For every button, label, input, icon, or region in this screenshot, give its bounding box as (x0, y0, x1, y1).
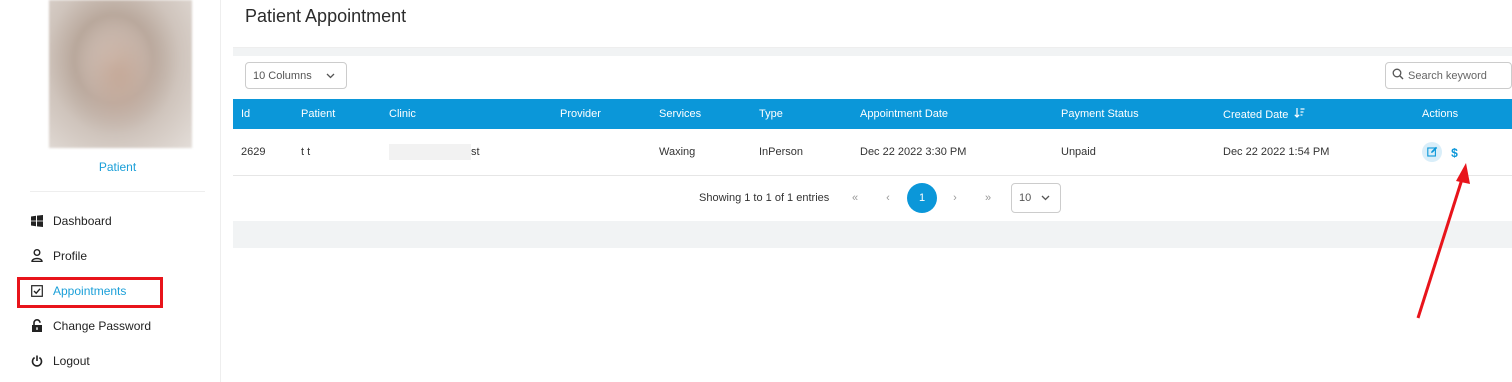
cell-type: InPerson (759, 145, 804, 158)
entries-info: Showing 1 to 1 of 1 entries (699, 192, 830, 204)
sidebar-item-profile[interactable]: Profile (16, 238, 216, 273)
cell-provider (560, 129, 659, 175)
search-placeholder: Search keyword (1408, 69, 1487, 82)
appointments-table: Id Patient Clinic Provider Services Type… (233, 99, 1512, 176)
sidebar-item-label: Change Password (53, 318, 152, 333)
sidebar-item-label: Logout (53, 353, 90, 368)
power-icon (30, 354, 44, 368)
avatar (49, 0, 192, 148)
cell-clinic-text: st (471, 145, 480, 158)
table-header-row: Id Patient Clinic Provider Services Type… (233, 99, 1512, 129)
sidebar: Patient Dashboard Profile Appointments C… (0, 0, 221, 382)
page-1-button[interactable]: 1 (907, 183, 937, 213)
search-icon (1392, 68, 1404, 83)
sidebar-item-label: Profile (53, 248, 88, 263)
sort-desc-icon[interactable] (1294, 107, 1305, 121)
column-header-services[interactable]: Services (659, 99, 759, 129)
chevron-down-icon (326, 70, 335, 82)
cell-services: Waxing (659, 145, 696, 158)
sidebar-item-dashboard[interactable]: Dashboard (16, 203, 216, 238)
column-header-created-date[interactable]: Created Date (1223, 99, 1422, 129)
prev-page-button[interactable]: ‹ (878, 188, 898, 208)
lock-icon (30, 319, 44, 333)
cell-actions: $ (1422, 129, 1512, 175)
column-header-label: Created Date (1223, 108, 1289, 121)
cell-patient: t t (301, 145, 311, 158)
cell-payment-status: Unpaid (1061, 145, 1096, 158)
next-page-button[interactable]: › (945, 188, 965, 208)
pagination: Showing 1 to 1 of 1 entries « ‹ 1 › » 10 (233, 181, 1512, 215)
sidebar-divider (30, 191, 205, 192)
column-header-appointment-date[interactable]: Appointment Date (860, 99, 1061, 129)
chevron-down-icon (1041, 192, 1050, 204)
table-row: 2629 t t st Waxing InPerson Dec 22 2022 … (233, 129, 1512, 175)
column-header-provider[interactable]: Provider (560, 99, 659, 129)
payment-button[interactable]: $ (1451, 146, 1458, 160)
first-page-button[interactable]: « (845, 188, 865, 208)
cell-created-date: Dec 22 2022 1:54 PM (1223, 145, 1330, 158)
column-header-label: Actions (1422, 108, 1459, 120)
search-input[interactable]: Search keyword (1385, 62, 1512, 89)
column-header-type[interactable]: Type (759, 99, 860, 129)
cell-appointment-date: Dec 22 2022 3:30 PM (860, 145, 967, 158)
main-content: Patient Appointment 10 Columns Search ke… (233, 0, 1512, 382)
user-icon (30, 249, 44, 263)
last-page-button[interactable]: » (978, 188, 998, 208)
edit-icon[interactable] (1422, 141, 1442, 162)
column-header-payment-status[interactable]: Payment Status (1061, 99, 1223, 129)
column-header-actions: Actions (1422, 99, 1512, 129)
column-header-patient[interactable]: Patient (301, 99, 389, 129)
column-header-clinic[interactable]: Clinic (389, 99, 560, 129)
cell-id: 2629 (241, 145, 266, 158)
sidebar-item-change-password[interactable]: Change Password (16, 308, 216, 343)
title-bar: Patient Appointment (233, 0, 1512, 48)
cell-clinic: st (389, 129, 560, 175)
page-size-value: 10 (1019, 192, 1032, 204)
sidebar-item-logout[interactable]: Logout (16, 343, 216, 378)
appointments-card: 10 Columns Search keyword Id Patient Cli… (233, 56, 1512, 221)
page-size-select[interactable]: 10 (1011, 183, 1061, 213)
page-title: Patient Appointment (245, 6, 407, 26)
columns-label: 10 Columns (253, 69, 312, 82)
windows-icon (30, 214, 44, 228)
column-header-id[interactable]: Id (233, 99, 301, 129)
user-role: Patient (98, 160, 137, 174)
columns-dropdown[interactable]: 10 Columns (245, 62, 347, 89)
highlight-box (17, 277, 163, 308)
sidebar-item-label: Dashboard (53, 213, 112, 228)
redacted-text (389, 143, 471, 160)
